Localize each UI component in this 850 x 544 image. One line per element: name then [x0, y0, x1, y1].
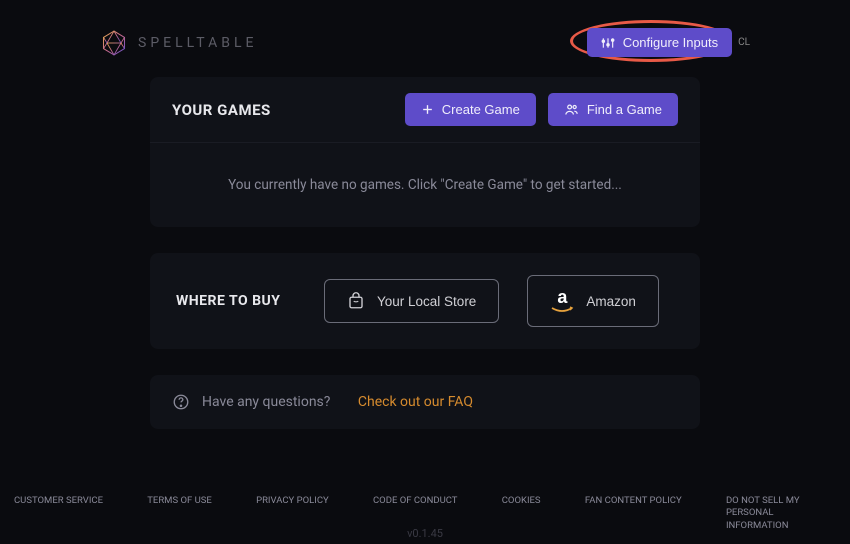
people-icon — [564, 103, 579, 116]
create-game-label: Create Game — [442, 102, 520, 117]
footer-terms[interactable]: TERMS OF USE — [147, 495, 212, 532]
question-circle-icon — [172, 393, 190, 411]
where-to-buy-card: WHERE TO BUY Your Local Store a Amazon — [150, 253, 700, 349]
header-actions: Configure Inputs CL — [587, 28, 750, 57]
version-label: v0.1.45 — [407, 527, 443, 540]
create-game-button[interactable]: Create Game — [405, 93, 536, 126]
footer-cookies[interactable]: COOKIES — [502, 495, 541, 532]
cl-badge: CL — [738, 37, 750, 48]
faq-link[interactable]: Check out our FAQ — [358, 394, 473, 410]
amazon-label: Amazon — [586, 294, 636, 309]
your-games-header: YOUR GAMES Create Game — [150, 77, 700, 143]
game-actions: Create Game Find a Game — [405, 93, 678, 126]
amazon-icon: a — [550, 288, 574, 314]
local-store-label: Your Local Store — [377, 294, 476, 309]
find-game-button[interactable]: Find a Game — [548, 93, 678, 126]
sliders-icon — [601, 36, 615, 50]
faq-card: Have any questions? Check out our FAQ — [150, 375, 700, 429]
app-header: SPELLTABLE Configure Inputs CL — [0, 0, 850, 77]
faq-question-text: Have any questions? — [202, 394, 330, 410]
footer-privacy[interactable]: PRIVACY POLICY — [256, 495, 329, 532]
local-store-button[interactable]: Your Local Store — [324, 279, 499, 323]
footer-do-not-sell[interactable]: DO NOT SELL MY PERSONAL INFORMATION — [726, 495, 836, 532]
plus-icon — [421, 103, 434, 116]
footer-fan-content[interactable]: FAN CONTENT POLICY — [585, 495, 682, 532]
your-games-card: YOUR GAMES Create Game — [150, 77, 700, 227]
configure-inputs-button[interactable]: Configure Inputs — [587, 28, 732, 57]
your-games-title: YOUR GAMES — [172, 101, 271, 119]
games-empty-state: You currently have no games. Click "Crea… — [150, 143, 700, 227]
configure-inputs-label: Configure Inputs — [623, 35, 718, 50]
where-to-buy-title: WHERE TO BUY — [176, 293, 296, 309]
find-game-label: Find a Game — [587, 102, 662, 117]
d20-icon — [100, 29, 128, 57]
footer-customer-service[interactable]: CUSTOMER SERVICE — [14, 495, 103, 532]
brand-name: SPELLTABLE — [138, 35, 257, 51]
amazon-button[interactable]: a Amazon — [527, 275, 659, 327]
brand[interactable]: SPELLTABLE — [100, 29, 257, 57]
shopping-bag-icon — [347, 292, 365, 310]
main-content: YOUR GAMES Create Game — [0, 77, 850, 429]
